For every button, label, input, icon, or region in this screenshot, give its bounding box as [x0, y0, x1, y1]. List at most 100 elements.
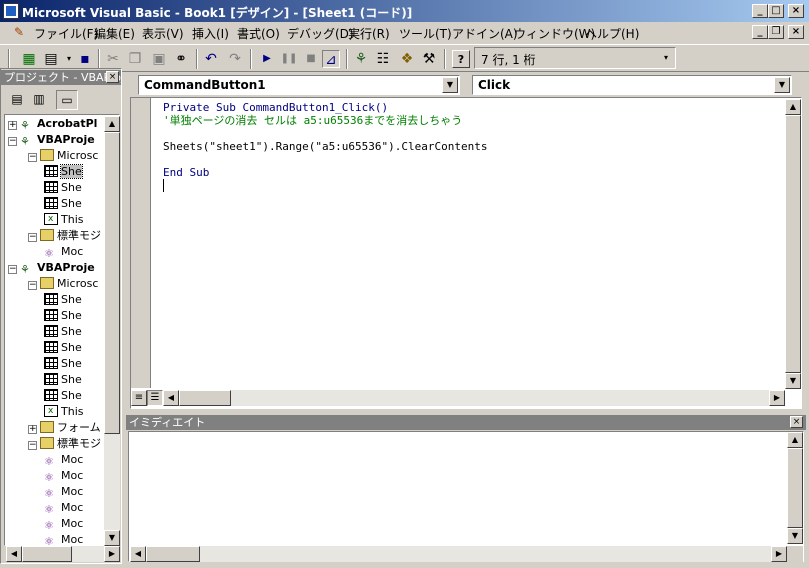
- tree-item[interactable]: She: [44, 196, 82, 212]
- code-vscroll[interactable]: ▲ ▼: [785, 99, 801, 389]
- tree-item[interactable]: − Microsc: [28, 148, 98, 164]
- scroll-up-icon[interactable]: ▲: [785, 99, 801, 115]
- immediate-vscroll[interactable]: ▲ ▼: [787, 432, 803, 544]
- immediate-window[interactable]: [128, 431, 804, 562]
- collapse-icon[interactable]: −: [28, 153, 37, 162]
- menu-window[interactable]: ウィンドウ(W): [514, 25, 595, 42]
- chevron-down-icon[interactable]: ▼: [442, 77, 458, 93]
- procedure-view-icon[interactable]: ≡: [131, 390, 147, 406]
- collapse-icon[interactable]: −: [8, 265, 17, 274]
- tree-vscroll[interactable]: ▲ ▼: [104, 116, 120, 546]
- scroll-down-icon[interactable]: ▼: [785, 373, 801, 389]
- reset-icon[interactable]: ■: [302, 50, 320, 68]
- menu-edit[interactable]: 編集(E): [94, 25, 135, 42]
- tree-vscroll-thumb[interactable]: [104, 132, 120, 434]
- size-grip[interactable]: [787, 546, 803, 562]
- tree-item[interactable]: + ⚘ AcrobatPl: [8, 116, 97, 132]
- maximize-button[interactable]: □: [768, 4, 784, 18]
- tree-item[interactable]: ⚛ Moc: [44, 500, 83, 516]
- tree-item[interactable]: + フォーム: [28, 420, 101, 436]
- expand-icon[interactable]: +: [8, 121, 17, 130]
- scroll-right-icon[interactable]: ▶: [104, 546, 120, 562]
- tree-hscroll[interactable]: ◀ ▶: [6, 546, 120, 562]
- tree-item[interactable]: This: [44, 212, 83, 228]
- menu-file[interactable]: ファイル(F): [34, 25, 98, 42]
- mdi-restore-button[interactable]: ❐: [768, 25, 784, 39]
- run-icon[interactable]: ▶: [258, 50, 276, 68]
- code-hscroll-thumb[interactable]: [179, 390, 231, 406]
- menu-help[interactable]: ヘルプ(H): [585, 25, 639, 42]
- collapse-icon[interactable]: −: [8, 137, 17, 146]
- code-hscroll[interactable]: ◀ ▶: [163, 390, 785, 406]
- scroll-left-icon[interactable]: ◀: [6, 546, 22, 562]
- insert-module-icon[interactable]: ▤: [42, 50, 60, 68]
- tree-item[interactable]: She: [44, 324, 82, 340]
- tree-item[interactable]: She: [44, 164, 83, 180]
- tree-item[interactable]: − ⚘ VBAProje: [8, 132, 95, 148]
- properties-icon[interactable]: ☷: [374, 50, 392, 68]
- toolbar-options-icon[interactable]: ▾: [664, 53, 668, 62]
- collapse-icon[interactable]: −: [28, 441, 37, 450]
- tree-item[interactable]: ⚛ Moc: [44, 452, 83, 468]
- menu-run[interactable]: 実行(R): [348, 25, 390, 42]
- scroll-up-icon[interactable]: ▲: [787, 432, 803, 448]
- toolbox-icon[interactable]: ⚒: [420, 50, 438, 68]
- tree-item[interactable]: − 標準モジ: [28, 436, 101, 452]
- save-icon[interactable]: ▪: [76, 50, 94, 68]
- copy-icon[interactable]: ❐: [126, 50, 144, 68]
- paste-icon[interactable]: ▣: [150, 50, 168, 68]
- object-combo[interactable]: CommandButton1 ▼: [138, 75, 460, 95]
- undo-icon[interactable]: ↶: [202, 50, 220, 68]
- tree-item[interactable]: − Microsc: [28, 276, 98, 292]
- cut-icon[interactable]: ✂: [104, 50, 122, 68]
- minimize-button[interactable]: _: [752, 4, 768, 18]
- scroll-left-icon[interactable]: ◀: [163, 390, 179, 406]
- mdi-minimize-button[interactable]: _: [752, 25, 768, 39]
- tree-item[interactable]: − 標準モジ: [28, 228, 101, 244]
- scroll-left-icon[interactable]: ◀: [130, 546, 146, 562]
- view-object-icon[interactable]: ▥: [28, 90, 50, 110]
- redo-icon[interactable]: ↷: [226, 50, 244, 68]
- tree-item[interactable]: − ⚘ VBAProje: [8, 260, 95, 276]
- tree-item[interactable]: ⚛ Moc: [44, 484, 83, 500]
- immediate-vscroll-thumb[interactable]: [787, 448, 803, 528]
- code-line[interactable]: Sheets("sheet1").Range("a5:u65536").Clea…: [163, 140, 488, 153]
- menu-insert[interactable]: 挿入(I): [192, 25, 229, 42]
- chevron-down-icon[interactable]: ▼: [774, 77, 790, 93]
- scroll-down-icon[interactable]: ▼: [104, 530, 120, 546]
- menu-format[interactable]: 書式(O): [237, 25, 280, 42]
- code-window-icon[interactable]: ✎: [14, 25, 24, 39]
- code-line[interactable]: End Sub: [163, 166, 209, 179]
- collapse-icon[interactable]: −: [28, 233, 37, 242]
- immediate-hscroll-thumb[interactable]: [146, 546, 200, 562]
- tree-item[interactable]: She: [44, 388, 82, 404]
- close-button[interactable]: ×: [788, 4, 804, 18]
- menu-tools[interactable]: ツール(T): [399, 25, 452, 42]
- excel-icon[interactable]: ▦: [20, 50, 38, 68]
- code-vscroll-thumb[interactable]: [785, 115, 801, 373]
- object-browser-icon[interactable]: ❖: [398, 50, 416, 68]
- collapse-icon[interactable]: −: [28, 281, 37, 290]
- design-mode-icon[interactable]: ⊿: [322, 50, 340, 68]
- procedure-combo[interactable]: Click ▼: [472, 75, 792, 95]
- toggle-folders-icon[interactable]: ▭: [56, 90, 78, 110]
- scroll-down-icon[interactable]: ▼: [787, 528, 803, 544]
- vbe-app-icon[interactable]: [3, 3, 19, 19]
- pause-icon[interactable]: ❚❚: [280, 50, 298, 68]
- menu-view[interactable]: 表示(V): [142, 25, 184, 42]
- tree-item[interactable]: She: [44, 356, 82, 372]
- tree-item[interactable]: ⚛ Moc: [44, 516, 83, 532]
- margin-indicator-bar[interactable]: [131, 98, 151, 388]
- tree-item[interactable]: She: [44, 180, 82, 196]
- tree-item[interactable]: ⚛ Moc: [44, 244, 83, 260]
- mdi-close-button[interactable]: ×: [788, 25, 804, 39]
- view-code-icon[interactable]: ▤: [6, 90, 28, 110]
- tree-item[interactable]: She: [44, 292, 82, 308]
- help-icon[interactable]: ?: [452, 50, 470, 68]
- scroll-right-icon[interactable]: ▶: [769, 390, 785, 406]
- scroll-up-icon[interactable]: ▲: [104, 116, 120, 132]
- tree-item[interactable]: She: [44, 372, 82, 388]
- expand-icon[interactable]: +: [28, 425, 37, 434]
- menu-addins[interactable]: アドイン(A): [452, 25, 518, 42]
- tree-item[interactable]: ⚛ Moc: [44, 468, 83, 484]
